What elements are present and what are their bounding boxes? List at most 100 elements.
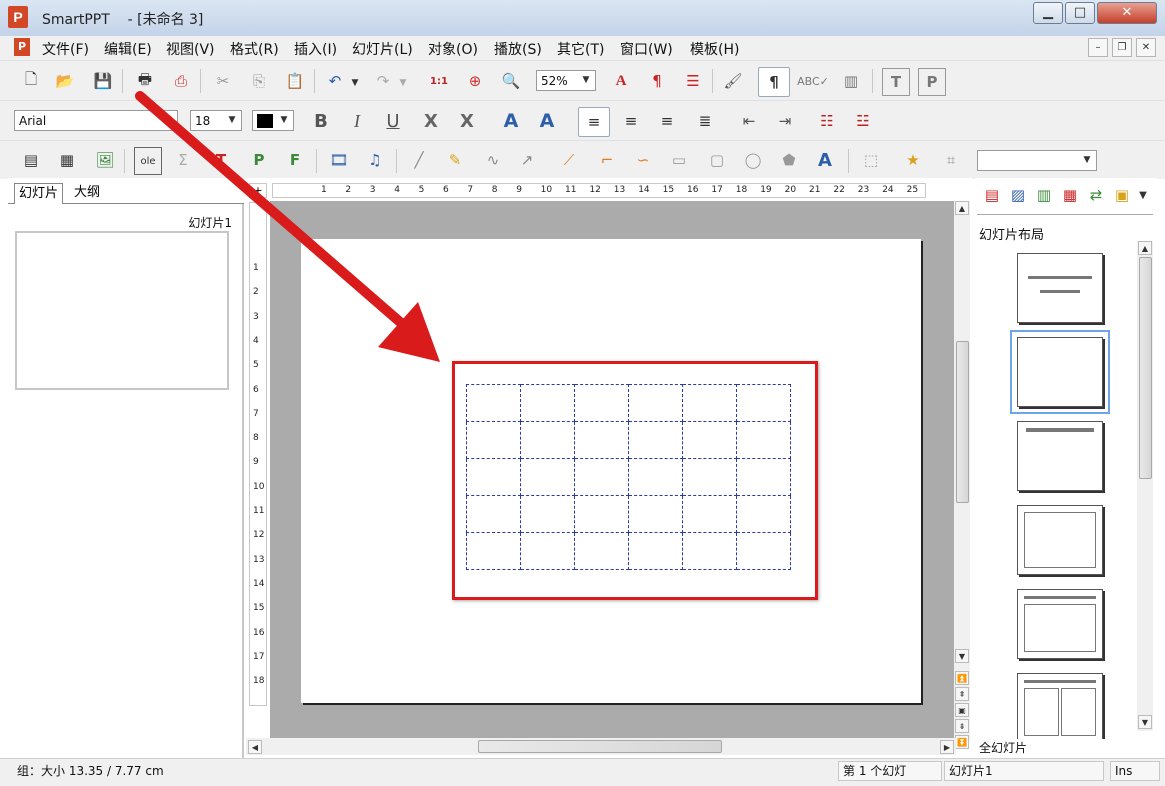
insert-ole-icon[interactable]: ole [134,147,162,175]
align-right-icon[interactable]: ≡ [654,108,680,134]
layout-content[interactable] [1017,505,1103,575]
scroll-right-icon[interactable]: ▶ [940,740,954,754]
table-cell[interactable] [736,495,791,533]
horizontal-ruler[interactable]: 1 2 3 4 5 6 7 8 9 10 11 12 13 14 15 16 17 18 19 20 21 22 23 24 2… [272,183,926,198]
draw-pencil-icon[interactable]: ✎ [442,147,468,173]
table-cell[interactable] [520,384,575,422]
bullet-format-icon[interactable]: ☰ [680,68,706,94]
scroll-up-icon[interactable]: ▲ [955,201,969,215]
layout-title-content[interactable] [1017,589,1103,659]
table-cell[interactable] [466,421,521,459]
table-cell[interactable] [520,495,575,533]
slide-table[interactable] [466,384,791,570]
cut-icon[interactable]: ✂ [210,68,236,94]
table-cell[interactable] [574,421,629,459]
table-cell[interactable] [628,421,683,459]
statistics-icon[interactable]: ▥ [838,68,864,94]
document-icon[interactable]: P [14,38,30,56]
layout-title-only[interactable] [1017,421,1103,491]
decrease-indent-icon[interactable]: ⇤ [736,108,762,134]
layout-scroll-up-icon[interactable]: ▲ [1138,241,1152,255]
fit-window-icon[interactable]: ⊕ [462,68,488,94]
strikethrough-icon[interactable]: X [418,108,444,134]
first-slide-icon[interactable]: ⏫ [955,671,969,685]
table-cell[interactable] [574,532,629,570]
table-cell[interactable] [466,532,521,570]
insert-audio-icon[interactable]: ♫ [362,147,388,173]
vertical-scrollbar[interactable]: ▲ ▼ ⏫ ⇞ ▣ ⇟ ⏬ [954,201,970,749]
insert-formula-icon[interactable]: Σ [170,147,196,173]
menu-edit[interactable]: 编辑(E) [104,39,152,59]
export-pdf-icon[interactable]: ⎙ [168,68,194,94]
save-icon[interactable]: 💾 [90,68,116,94]
zoom-select[interactable]: 52% ▼ [536,70,596,91]
menu-format[interactable]: 格式(R) [230,39,279,59]
ruler-corner[interactable]: + [249,183,267,198]
menu-insert[interactable]: 插入(I) [294,39,337,59]
autoshape-icon[interactable]: ⬟ [776,147,802,173]
next-slide-icon[interactable]: ⇟ [955,719,969,733]
menu-play[interactable]: 播放(S) [494,39,542,59]
insert-textbox-icon[interactable]: ▤ [18,147,44,173]
rounded-rect-shape-icon[interactable]: ▢ [704,147,730,173]
align-center-icon[interactable]: ≡ [618,108,644,134]
spellcheck-icon[interactable]: ABC✓ [797,68,829,94]
connector-curved-icon[interactable]: ∽ [630,147,656,173]
undo-dropdown-icon[interactable]: ▼ [348,70,362,96]
panel-layout-icon[interactable]: ▤ [979,182,1005,208]
table-cell[interactable] [466,384,521,422]
print-icon[interactable]: 🖶 [132,68,158,94]
table-cell[interactable] [628,532,683,570]
font-color-select[interactable]: ▼ [252,110,294,131]
panel-design-icon[interactable]: ▨ [1005,182,1031,208]
connector-straight-icon[interactable]: ⟋ [556,147,582,173]
panel-clipart-icon[interactable]: ▣ [1109,182,1135,208]
layout-scroll-down-icon[interactable]: ▼ [1138,715,1152,729]
text-template-icon[interactable]: T [882,68,910,96]
last-slide-icon[interactable]: ⏬ [955,735,969,749]
table-cell[interactable] [466,495,521,533]
table-cell[interactable] [520,532,575,570]
horizontal-scroll-thumb[interactable] [478,740,722,753]
copy-icon[interactable]: ⎘ [246,68,272,94]
table-cell[interactable] [682,421,737,459]
paragraph-format-icon[interactable]: ¶ [644,68,670,94]
menu-other[interactable]: 其它(T) [557,39,604,59]
panel-color-icon[interactable]: ▥ [1031,182,1057,208]
slide-thumbnail[interactable] [15,231,229,390]
bullet-list-icon[interactable]: ☷ [814,108,840,134]
star-shape-icon[interactable]: ★ [900,147,926,173]
menu-object[interactable]: 对象(O) [428,39,478,59]
panel-divider[interactable] [242,204,244,758]
prev-slide-icon[interactable]: ⇞ [955,687,969,701]
table-cell[interactable] [520,458,575,496]
insert-picture-template-icon[interactable]: P [246,147,272,173]
maximize-button[interactable]: □ [1065,2,1095,24]
layout-two-column[interactable] [1017,673,1103,739]
picture-template-icon[interactable]: P [918,68,946,96]
justify-icon[interactable]: ≣ [692,108,718,134]
table-cell[interactable] [736,421,791,459]
menu-template[interactable]: 模板(H) [690,39,739,59]
table-cell[interactable] [520,421,575,459]
table-cell[interactable] [736,458,791,496]
font-name-select[interactable]: Arial ▼ [14,110,178,131]
undo-icon[interactable]: ↶ [322,68,348,94]
table-cell[interactable] [682,384,737,422]
align-left-icon[interactable]: ≡ [578,107,610,137]
mdi-close-button[interactable]: ✕ [1136,38,1156,57]
clear-format-icon[interactable]: X [454,108,480,134]
table-cell[interactable] [574,384,629,422]
table-cell[interactable] [466,458,521,496]
layout-scrollbar[interactable]: ▲ ▼ [1137,241,1153,731]
panel-more-icon[interactable]: ▼ [1135,182,1151,208]
paste-icon[interactable]: 📋 [282,68,308,94]
draw-arrow-icon[interactable]: ↗ [514,147,540,173]
scroll-left-icon[interactable]: ◀ [248,740,262,754]
draw-curve-icon[interactable]: ∿ [480,147,506,173]
font-size-select[interactable]: 18 ▼ [190,110,242,131]
new-file-icon[interactable]: 🗋 [18,68,44,94]
table-cell[interactable] [628,495,683,533]
menu-window[interactable]: 窗口(W) [620,39,673,59]
panel-transition-icon[interactable]: ⇄ [1083,182,1109,208]
